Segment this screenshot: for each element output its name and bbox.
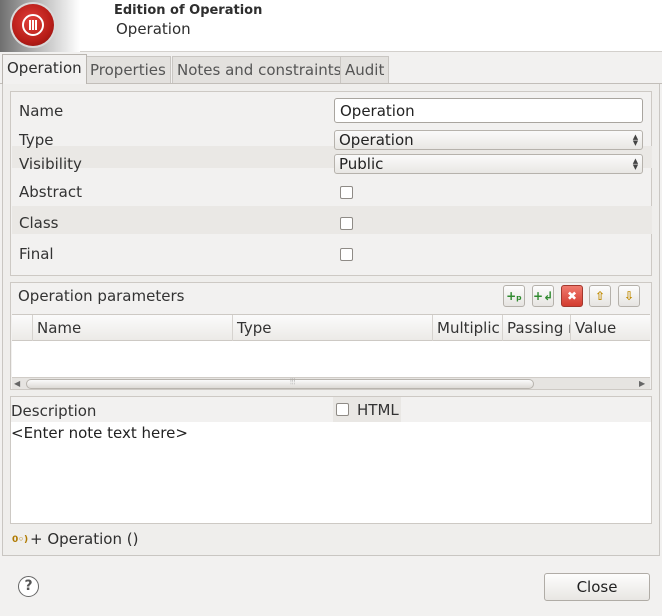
abstract-label: Abstract	[19, 183, 82, 201]
class-checkbox[interactable]	[340, 217, 353, 230]
delete-icon: ✖	[566, 289, 578, 303]
operation-properties-group: Name Type Operation ▲▼ Visibility Public…	[10, 91, 652, 276]
help-icon[interactable]: ?	[18, 576, 39, 597]
tab-operation[interactable]: Operation	[2, 54, 87, 84]
final-checkbox[interactable]	[340, 248, 353, 261]
operation-parameters-group: Operation parameters +ₚ +↲ ✖ ⇧ ⇩ Name Ty…	[10, 282, 652, 390]
move-down-button[interactable]: ⇩	[618, 285, 640, 307]
dialog-title: Edition of Operation	[114, 3, 263, 18]
add-parameter-icon: +ₚ	[506, 289, 522, 303]
tab-properties[interactable]: Properties	[85, 56, 171, 83]
column-header-name[interactable]: Name	[33, 315, 233, 341]
description-label: Description	[11, 402, 97, 420]
type-label: Type	[19, 131, 54, 149]
tab-audit[interactable]: Audit	[340, 56, 390, 83]
add-return-icon: +↲	[533, 289, 554, 303]
logo-area	[0, 0, 80, 52]
html-toggle[interactable]: HTML	[333, 397, 401, 422]
move-up-button[interactable]: ⇧	[589, 285, 611, 307]
column-header-type[interactable]: Type	[233, 315, 433, 341]
scroll-right-icon[interactable]: ▶	[639, 378, 645, 390]
column-header-passing[interactable]: Passing r	[503, 315, 571, 341]
column-header-multiplicity[interactable]: Multiplic	[433, 315, 503, 341]
operation-signature: + Operation ()	[30, 530, 139, 548]
abstract-checkbox[interactable]	[340, 186, 353, 199]
html-label: HTML	[357, 401, 399, 419]
combo-arrows-icon: ▲ ▼	[632, 157, 639, 171]
move-up-icon: ⇧	[594, 289, 606, 303]
tab-notes-and-constraints[interactable]: Notes and constraints	[172, 56, 347, 83]
column-header-value[interactable]: Value	[571, 315, 650, 341]
scroll-left-icon[interactable]: ◀	[14, 378, 20, 390]
move-down-icon: ⇩	[623, 289, 635, 303]
visibility-select[interactable]: Public ▲ ▼	[334, 154, 643, 174]
type-select[interactable]: Operation ▲ ▼	[334, 130, 643, 150]
name-input[interactable]	[334, 98, 643, 123]
parameters-title: Operation parameters	[18, 287, 185, 305]
html-checkbox[interactable]	[336, 403, 349, 416]
description-header: Description HTML	[11, 397, 651, 422]
description-textarea[interactable]: <Enter note text here>	[11, 424, 188, 442]
add-parameter-button[interactable]: +ₚ	[503, 285, 525, 307]
modelio-logo-icon	[12, 4, 54, 46]
description-group: Description HTML <Enter note text here>	[10, 396, 652, 524]
visibility-label: Visibility	[19, 155, 82, 173]
combo-arrows-icon: ▲ ▼	[632, 133, 639, 147]
close-button[interactable]: Close	[544, 573, 650, 601]
name-label: Name	[19, 102, 64, 120]
final-label: Final	[19, 245, 54, 263]
scrollbar-thumb[interactable]: ⦙⦙⦙	[26, 377, 534, 389]
class-label: Class	[19, 214, 59, 232]
grip-icon: ⦙⦙⦙	[290, 377, 296, 386]
add-return-parameter-button[interactable]: +↲	[532, 285, 554, 307]
column-header-selector	[12, 315, 33, 341]
operation-icon: 0◦)	[12, 535, 29, 545]
dialog-subtitle: Operation	[116, 20, 191, 38]
parameters-table[interactable]: Name Type Multiplic Passing r Value	[12, 314, 650, 377]
delete-parameter-button[interactable]: ✖	[561, 285, 583, 307]
parameters-horizontal-scrollbar[interactable]: ◀ ⦙⦙⦙ ▶	[12, 377, 650, 389]
parameters-table-header: Name Type Multiplic Passing r Value	[12, 315, 650, 341]
visibility-select-value: Public	[339, 155, 384, 173]
type-select-value: Operation	[339, 131, 414, 149]
dialog-header: Edition of Operation Operation	[0, 0, 662, 52]
